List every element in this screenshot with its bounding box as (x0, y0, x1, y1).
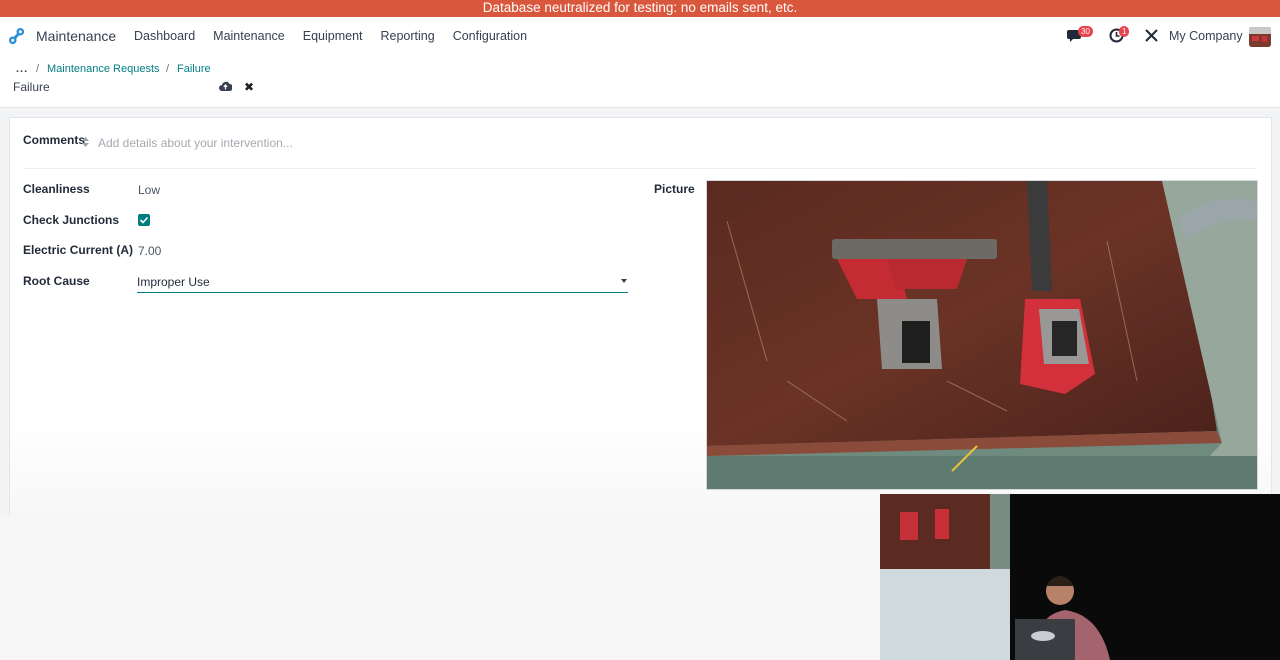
breadcrumb-separator: / (36, 63, 40, 75)
sort-icon[interactable] (82, 137, 89, 147)
menu-configuration[interactable]: Configuration (453, 29, 527, 43)
root-cause-underline (137, 292, 628, 293)
presenter-video-frame (880, 494, 1280, 660)
maintenance-logo-icon[interactable] (8, 27, 27, 46)
neutralized-db-banner: Database neutralized for testing: no ema… (0, 0, 1280, 17)
menu-equipment[interactable]: Equipment (303, 29, 363, 43)
control-panel: ... / Maintenance Requests / Failure Fai… (0, 55, 1280, 108)
electric-current-label: Electric Current (A) (23, 243, 134, 257)
breadcrumb-maintenance-requests[interactable]: Maintenance Requests (47, 63, 160, 75)
failure-picture[interactable] (706, 180, 1258, 490)
presenter-video-overlay (880, 494, 1280, 660)
menu-maintenance[interactable]: Maintenance (213, 29, 285, 43)
electric-current-field[interactable]: 7.00 (138, 244, 161, 258)
breadcrumb-collapsed[interactable]: ... (16, 63, 28, 75)
app-name[interactable]: Maintenance (36, 28, 116, 44)
chevron-down-icon[interactable] (621, 279, 627, 283)
form-sheet: Comments Add details about your interven… (9, 117, 1272, 516)
cleanliness-label: Cleanliness (23, 182, 90, 196)
broken-part-photo (707, 181, 1257, 489)
main-menu: Dashboard Maintenance Equipment Reportin… (134, 29, 545, 43)
tools-icon[interactable] (1145, 29, 1158, 42)
menu-reporting[interactable]: Reporting (381, 29, 435, 43)
check-junctions-checkbox[interactable] (138, 214, 150, 226)
check-junctions-label: Check Junctions (23, 213, 120, 227)
record-title: Failure (13, 80, 50, 94)
picture-label: Picture (654, 182, 695, 196)
messages-count-badge: 30 (1078, 26, 1093, 37)
close-icon[interactable]: ✖ (244, 80, 254, 94)
root-cause-label: Root Cause (23, 274, 90, 288)
top-navbar: Maintenance Dashboard Maintenance Equipm… (0, 17, 1280, 55)
checkmark-icon (139, 216, 149, 224)
breadcrumb-failure[interactable]: Failure (177, 63, 211, 75)
divider (23, 168, 1257, 169)
company-switcher[interactable]: My Company (1169, 29, 1243, 43)
user-avatar[interactable] (1249, 27, 1271, 47)
menu-dashboard[interactable]: Dashboard (134, 29, 195, 43)
comments-label: Comments (23, 133, 86, 147)
cloud-upload-icon[interactable] (219, 81, 232, 92)
cleanliness-field[interactable]: Low (138, 183, 160, 197)
activities-count-badge: 1 (1119, 26, 1130, 37)
breadcrumb-separator: / (166, 63, 170, 75)
root-cause-select[interactable]: Improper Use (137, 275, 210, 289)
comments-input[interactable]: Add details about your intervention... (98, 136, 293, 150)
